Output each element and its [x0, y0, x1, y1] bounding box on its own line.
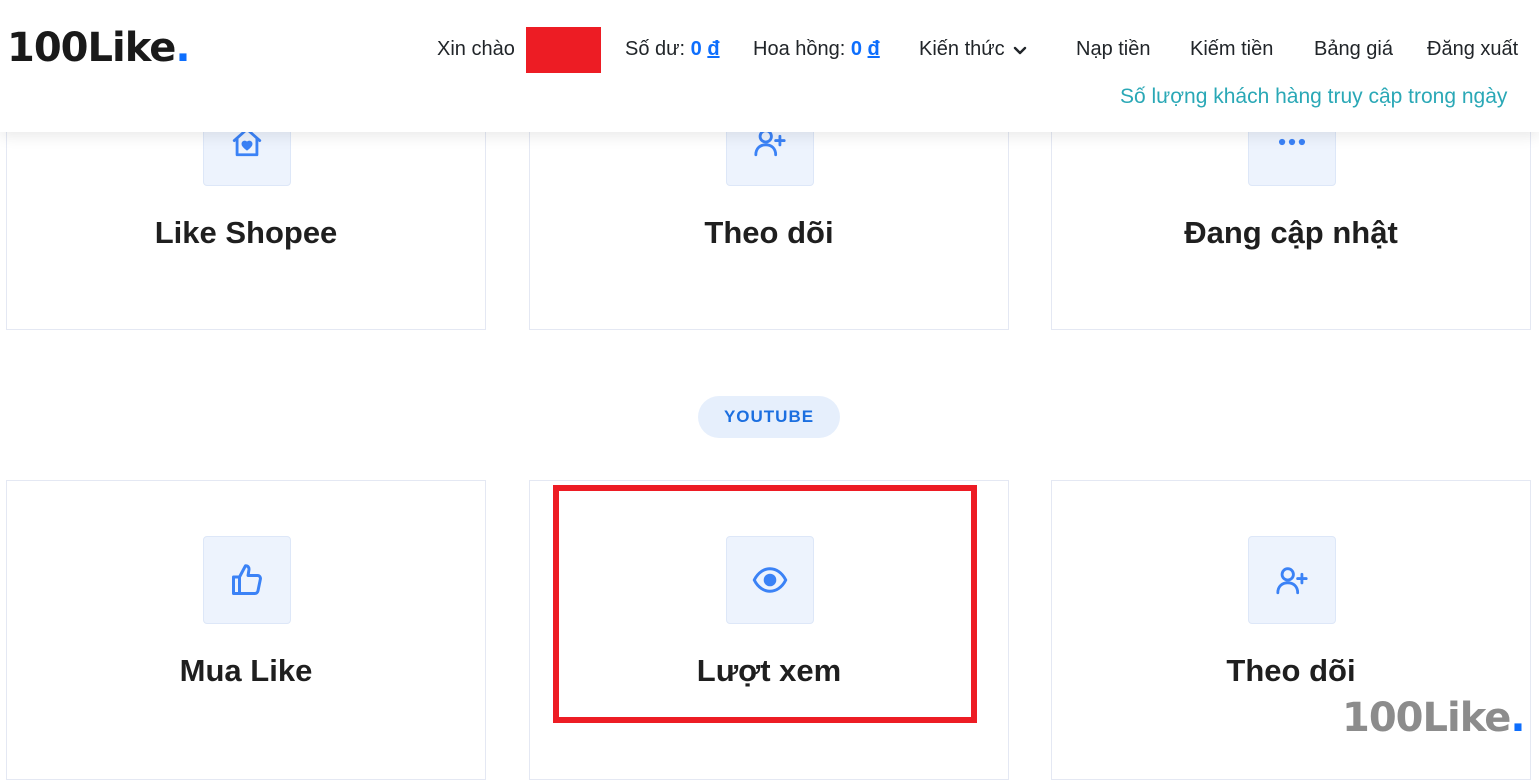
balance-label: Số dư:: [625, 38, 686, 60]
service-card-buy-like[interactable]: Mua Like: [6, 480, 486, 780]
section-badge-youtube: YOUTUBE: [698, 396, 840, 438]
card-title: Đang cập nhật: [1184, 215, 1398, 250]
nav-earn[interactable]: Kiếm tiền: [1190, 34, 1273, 64]
balance-currency: đ: [707, 38, 720, 60]
logo-dot: .: [175, 25, 190, 71]
redacted-username: [526, 27, 601, 73]
card-title: Mua Like: [179, 653, 313, 688]
commission-label: Hoa hồng:: [753, 38, 846, 60]
greeting: Xin chào: [437, 38, 515, 60]
nav-pricing[interactable]: Bảng giá: [1314, 34, 1393, 64]
user-plus-icon: [1248, 536, 1336, 624]
service-card-views[interactable]: Lượt xem: [529, 480, 1009, 780]
card-title: Theo dõi: [1226, 653, 1356, 688]
balance[interactable]: Số dư: 0 đ: [625, 34, 720, 64]
chevron-down-icon: [1013, 35, 1027, 65]
card-title: Theo dõi: [704, 215, 834, 250]
commission-value: 0: [850, 38, 862, 60]
card-title: Like Shopee: [154, 215, 338, 250]
nav-logout[interactable]: Đăng xuất: [1427, 34, 1518, 64]
card-title: Lượt xem: [696, 653, 842, 688]
commission[interactable]: Hoa hồng: 0 đ: [753, 34, 880, 64]
thumbs-up-icon: [203, 536, 291, 624]
site-header: 100Like. Xin chào Số dư: 0 đ Hoa hồng: 0…: [0, 0, 1539, 132]
commission-currency: đ: [867, 38, 880, 60]
marquee-text: Số lượng khách hàng truy cập trong ngày: [1120, 85, 1508, 108]
balance-value: 0: [690, 38, 702, 60]
site-logo[interactable]: 100Like.: [7, 24, 191, 72]
logo-text: 100Like: [7, 25, 176, 71]
eye-icon: [726, 536, 814, 624]
nav-deposit[interactable]: Nạp tiền: [1076, 34, 1151, 64]
watermark-logo: 100Like.: [1342, 694, 1526, 742]
watermark-text: 100Like: [1342, 695, 1511, 741]
watermark-dot: .: [1510, 695, 1525, 741]
visitor-count-marquee: Số lượng khách hàng truy cập trong ngày: [1120, 82, 1539, 112]
nav-knowledge[interactable]: Kiến thức: [919, 34, 1027, 64]
nav-knowledge-label: Kiến thức: [919, 38, 1005, 60]
